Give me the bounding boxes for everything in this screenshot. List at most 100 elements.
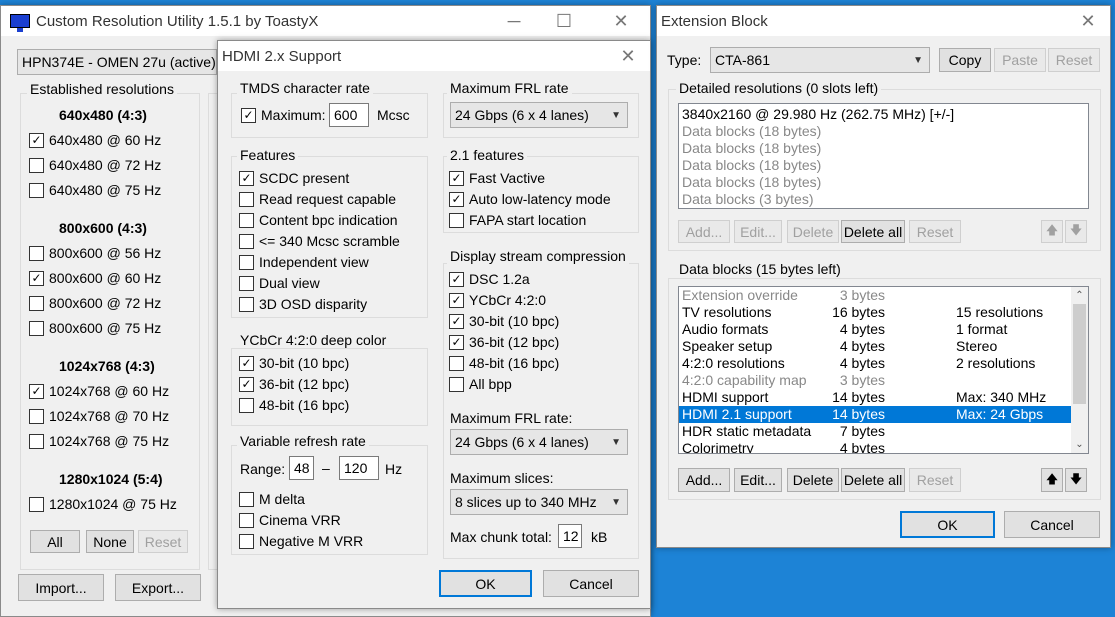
table-row[interactable]: Speaker setup 4 bytes Stereo bbox=[679, 338, 1071, 355]
close-icon[interactable]: ✕ bbox=[598, 6, 644, 36]
range-min-input[interactable]: 48 bbox=[289, 456, 314, 480]
detailed-list[interactable]: 3840x2160 @ 29.980 Hz (262.75 MHz) [+/-]… bbox=[678, 103, 1089, 209]
resolution-checkbox[interactable]: ✓ 640x480 @ 60 Hz bbox=[29, 130, 161, 150]
resolution-checkbox[interactable]: 800x600 @ 56 Hz bbox=[29, 243, 161, 263]
monitor-select[interactable]: HPN374E - OMEN 27u (active) bbox=[17, 49, 217, 75]
import-button[interactable]: Import... bbox=[18, 574, 104, 601]
table-row[interactable]: HDR static metadata 7 bytes bbox=[679, 423, 1071, 440]
ext-cancel-button[interactable]: Cancel bbox=[1004, 511, 1100, 538]
resolution-checkbox[interactable]: ✓ 1024x768 @ 60 Hz bbox=[29, 381, 169, 401]
detailed-delete-button[interactable]: Delete bbox=[787, 220, 839, 243]
reset-button[interactable]: Reset bbox=[138, 530, 188, 553]
minimize-icon[interactable]: ─ bbox=[491, 6, 537, 36]
hdmi-cancel-button[interactable]: Cancel bbox=[543, 570, 639, 597]
feature-checkbox[interactable]: Content bpc indication bbox=[239, 210, 398, 230]
table-row[interactable]: 4:2:0 resolutions 4 bytes 2 resolutions bbox=[679, 355, 1071, 372]
list-item[interactable]: Data blocks (18 bytes) bbox=[679, 123, 1088, 140]
tmds-maximum-checkbox[interactable]: ✓ Maximum: bbox=[241, 105, 326, 125]
feature-checkbox[interactable]: Read request capable bbox=[239, 189, 396, 209]
resolution-checkbox[interactable]: 1280x1024 @ 75 Hz bbox=[29, 494, 177, 514]
frl2-select[interactable]: 24 Gbps (6 x 4 lanes) ▼ bbox=[450, 429, 628, 455]
hdmi-close-icon[interactable]: ✕ bbox=[605, 41, 651, 71]
feature-checkbox[interactable]: ✓ SCDC present bbox=[239, 168, 349, 188]
dsc-checkbox[interactable]: ✓ YCbCr 4:2:0 bbox=[449, 290, 546, 310]
dsc-checkbox[interactable]: ✓ 30-bit (10 bpc) bbox=[449, 311, 559, 331]
feature-checkbox[interactable]: 3D OSD disparity bbox=[239, 294, 367, 314]
range-max-input[interactable]: 120 bbox=[339, 456, 379, 480]
frl-select[interactable]: 24 Gbps (6 x 4 lanes) ▼ bbox=[450, 102, 628, 128]
list-item[interactable]: Data blocks (18 bytes) bbox=[679, 174, 1088, 191]
resolution-checkbox[interactable]: 640x480 @ 72 Hz bbox=[29, 155, 161, 175]
db-delete-button[interactable]: Delete bbox=[787, 468, 839, 492]
table-row[interactable]: TV resolutions 16 bytes 15 resolutions bbox=[679, 304, 1071, 321]
chunk-input[interactable]: 12 bbox=[558, 524, 582, 548]
tmds-maximum-input[interactable]: 600 bbox=[329, 103, 369, 127]
ext-titlebar[interactable]: Extension Block ✕ bbox=[657, 6, 1110, 36]
slices-select[interactable]: 8 slices up to 340 MHz ▼ bbox=[450, 489, 628, 515]
reset-button[interactable]: Reset bbox=[1048, 48, 1100, 72]
paste-button[interactable]: Paste bbox=[994, 48, 1046, 72]
export-button[interactable]: Export... bbox=[115, 574, 201, 601]
list-item[interactable]: Data blocks (18 bytes) bbox=[679, 157, 1088, 174]
resolution-checkbox[interactable]: 1024x768 @ 70 Hz bbox=[29, 406, 169, 426]
datablocks-scrollbar[interactable]: ⌃ ⌄ bbox=[1071, 287, 1088, 453]
hdmi-titlebar[interactable]: HDMI 2.x Support ✕ bbox=[218, 41, 650, 71]
detailed-add-button[interactable]: Add... bbox=[678, 220, 730, 243]
detailed-delete-all-button[interactable]: Delete all bbox=[841, 220, 905, 243]
main-titlebar[interactable]: Custom Resolution Utility 1.5.1 by Toast… bbox=[1, 6, 650, 36]
db-reset-button[interactable]: Reset bbox=[909, 468, 961, 492]
none-button[interactable]: None bbox=[86, 530, 134, 553]
db-add-button[interactable]: Add... bbox=[678, 468, 730, 492]
table-row[interactable]: HDMI 2.1 support 14 bytes Max: 24 Gbps bbox=[679, 406, 1071, 423]
feature-checkbox[interactable]: Dual view bbox=[239, 273, 320, 293]
type-select[interactable]: CTA-861 ▼ bbox=[710, 47, 930, 73]
copy-button[interactable]: Copy bbox=[939, 48, 991, 72]
db-down-icon[interactable]: 🡇 bbox=[1065, 468, 1087, 492]
hdmi-title: HDMI 2.x Support bbox=[222, 47, 342, 65]
ycbcr-checkbox[interactable]: 48-bit (16 bpc) bbox=[239, 395, 349, 415]
scroll-thumb[interactable] bbox=[1073, 304, 1086, 404]
datablocks-list[interactable]: Extension override 3 bytes TV resolutions 1… bbox=[678, 286, 1089, 454]
table-row[interactable]: 4:2:0 capability map 3 bytes bbox=[679, 372, 1071, 389]
detailed-reset-button[interactable]: Reset bbox=[909, 220, 961, 243]
dsc-checkbox[interactable]: All bpp bbox=[449, 374, 512, 394]
feature-checkbox[interactable]: Independent view bbox=[239, 252, 369, 272]
list-item[interactable]: Data blocks (18 bytes) bbox=[679, 140, 1088, 157]
table-row[interactable]: Audio formats 4 bytes 1 format bbox=[679, 321, 1071, 338]
vrr-checkbox[interactable]: Negative M VRR bbox=[239, 531, 363, 551]
table-row[interactable]: Extension override 3 bytes bbox=[679, 287, 1071, 304]
detailed-up-icon[interactable]: 🡅 bbox=[1041, 220, 1063, 243]
resolution-checkbox[interactable]: 800x600 @ 75 Hz bbox=[29, 318, 161, 338]
db-up-icon[interactable]: 🡅 bbox=[1041, 468, 1063, 492]
resolution-checkbox[interactable]: 800x600 @ 72 Hz bbox=[29, 293, 161, 313]
detailed-edit-button[interactable]: Edit... bbox=[734, 220, 782, 243]
dsc-checkbox[interactable]: ✓ 36-bit (12 bpc) bbox=[449, 332, 559, 352]
detailed-down-icon[interactable]: 🡇 bbox=[1065, 220, 1087, 243]
vrr-checkbox[interactable]: M delta bbox=[239, 489, 305, 509]
f21-checkbox[interactable]: FAPA start location bbox=[449, 210, 586, 230]
resolution-checkbox[interactable]: ✓ 800x600 @ 60 Hz bbox=[29, 268, 161, 288]
table-row[interactable]: HDMI support 14 bytes Max: 340 MHz bbox=[679, 389, 1071, 406]
resolution-checkbox[interactable]: 1024x768 @ 75 Hz bbox=[29, 431, 169, 451]
maximize-icon[interactable]: ☐ bbox=[541, 6, 587, 36]
vrr-checkbox[interactable]: Cinema VRR bbox=[239, 510, 341, 530]
all-button[interactable]: All bbox=[30, 530, 80, 553]
ycbcr-checkbox[interactable]: ✓ 36-bit (12 bpc) bbox=[239, 374, 349, 394]
ext-close-icon[interactable]: ✕ bbox=[1065, 6, 1111, 36]
db-delete-all-button[interactable]: Delete all bbox=[841, 468, 905, 492]
ycbcr-checkbox[interactable]: ✓ 30-bit (10 bpc) bbox=[239, 353, 349, 373]
db-edit-button[interactable]: Edit... bbox=[734, 468, 782, 492]
dsc-checkbox[interactable]: 48-bit (16 bpc) bbox=[449, 353, 559, 373]
table-row[interactable]: Colorimetry 4 bytes bbox=[679, 440, 1071, 453]
feature-checkbox[interactable]: <= 340 Mcsc scramble bbox=[239, 231, 400, 251]
f21-checkbox[interactable]: ✓ Auto low-latency mode bbox=[449, 189, 611, 209]
f21-checkbox[interactable]: ✓ Fast Vactive bbox=[449, 168, 545, 188]
list-item[interactable]: 3840x2160 @ 29.980 Hz (262.75 MHz) [+/-] bbox=[679, 106, 1088, 123]
dsc-checkbox[interactable]: ✓ DSC 1.2a bbox=[449, 269, 530, 289]
ext-ok-button[interactable]: OK bbox=[900, 511, 995, 538]
hdmi-ok-button[interactable]: OK bbox=[439, 570, 532, 597]
scroll-up-icon[interactable]: ⌃ bbox=[1071, 287, 1088, 304]
list-item[interactable]: Data blocks (3 bytes) bbox=[679, 191, 1088, 208]
scroll-down-icon[interactable]: ⌄ bbox=[1071, 436, 1088, 453]
resolution-checkbox[interactable]: 640x480 @ 75 Hz bbox=[29, 180, 161, 200]
